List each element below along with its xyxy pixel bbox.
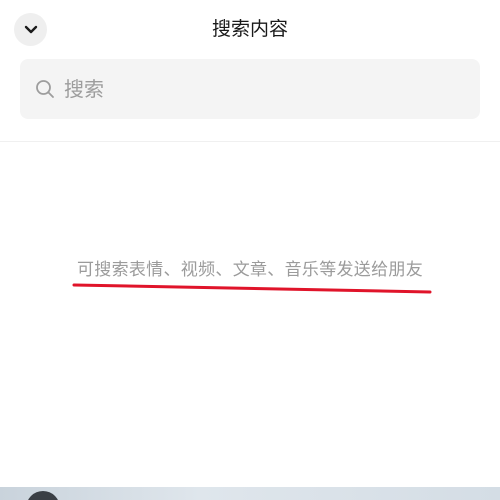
header: 搜索内容	[0, 0, 500, 58]
divider	[0, 141, 500, 142]
bottom-preview-strip	[0, 487, 500, 500]
search-input[interactable]	[62, 76, 466, 102]
search-icon	[34, 78, 56, 100]
page-title: 搜索内容	[211, 18, 288, 40]
search-box[interactable]	[20, 59, 480, 119]
red-underline-annotation	[72, 283, 432, 294]
search-content-page: 搜索内容 可搜索表情、视频、文章、音乐等发送给朋友	[0, 0, 500, 500]
